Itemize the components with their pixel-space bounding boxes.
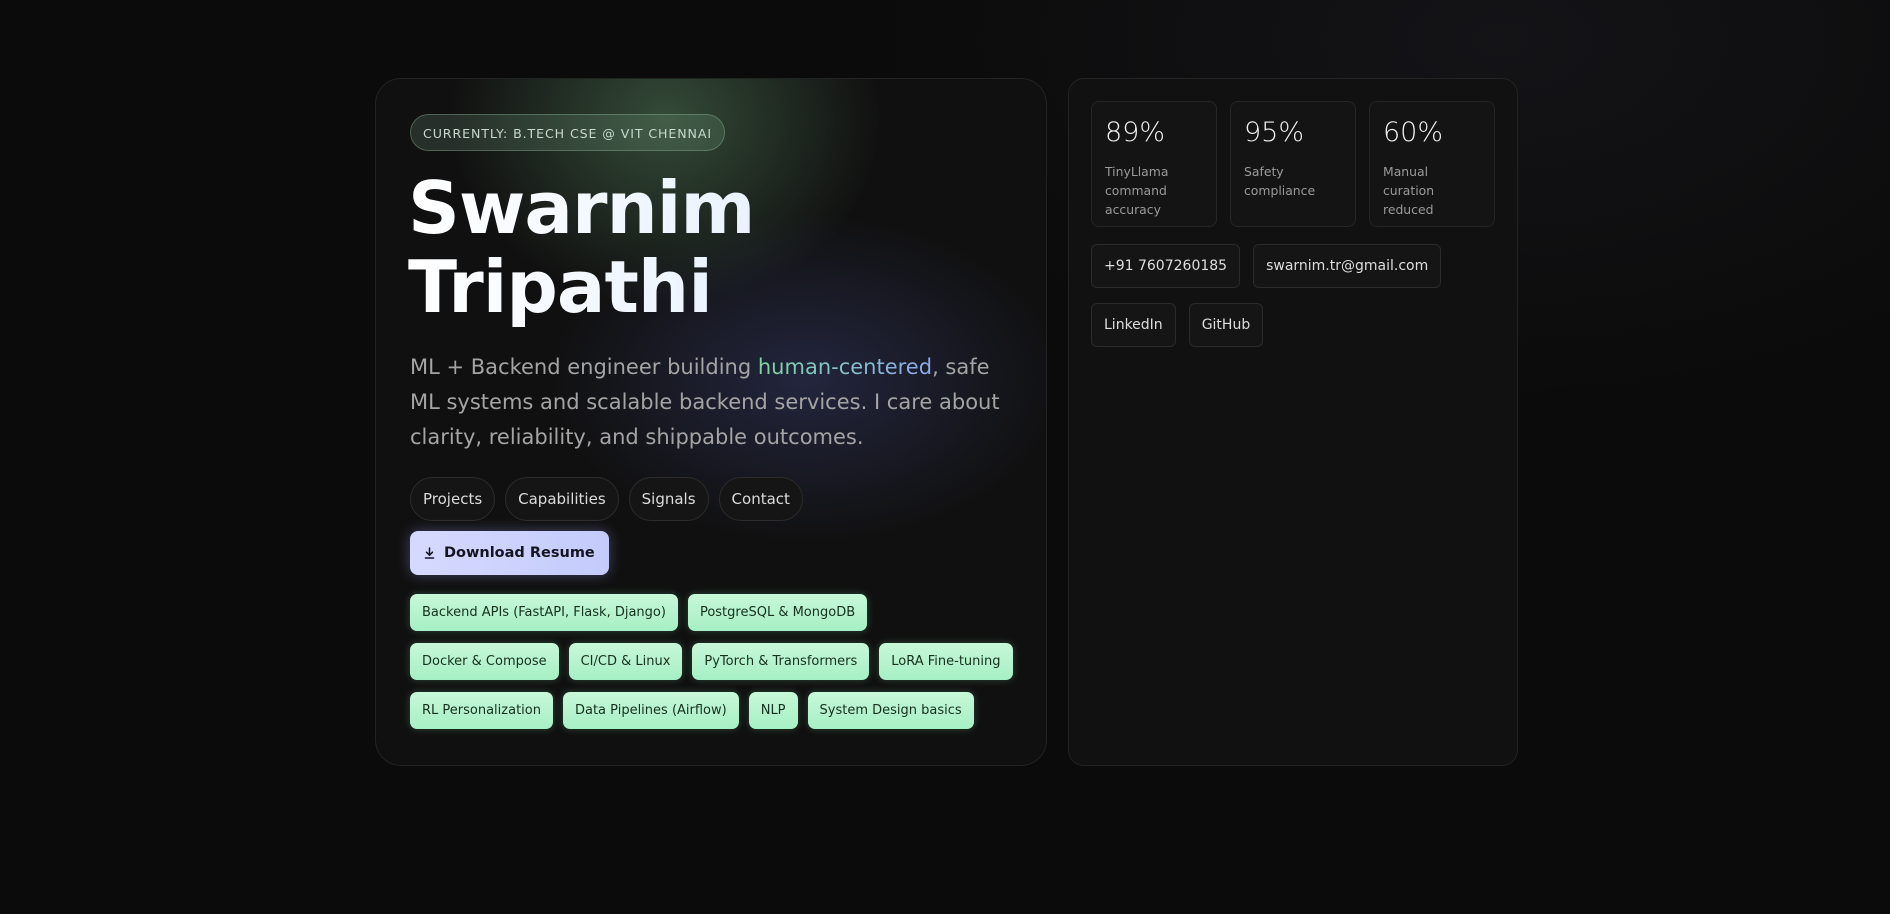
stat-card: 60% Manual curation reduced — [1369, 101, 1495, 227]
signals-card: 89% TinyLlama command accuracy 95% Safet… — [1068, 78, 1518, 766]
skill-chip: Docker & Compose — [410, 643, 559, 680]
download-resume-button[interactable]: Download Resume — [410, 531, 609, 575]
skill-chip: Backend APIs (FastAPI, Flask, Django) — [410, 594, 678, 631]
stat-value: 89% — [1105, 117, 1166, 148]
section-nav: Projects Capabilities Signals Contact — [410, 477, 1012, 521]
tagline-highlight: human-centered — [757, 355, 933, 379]
name-last: Tripathi — [408, 245, 712, 329]
nav-signals[interactable]: Signals — [628, 477, 709, 521]
skill-chip: PostgreSQL & MongoDB — [687, 594, 868, 631]
stat-label: Manual curation reduced — [1383, 164, 1435, 217]
stat-grid: 89% TinyLlama command accuracy 95% Safet… — [1091, 101, 1495, 227]
nav-contact[interactable]: Contact — [718, 477, 803, 521]
skill-list: Backend APIs (FastAPI, Flask, Django) Po… — [410, 594, 1020, 729]
skill-chip: Data Pipelines (Airflow) — [562, 692, 739, 729]
name-first: Swarnim — [408, 166, 755, 250]
status-badge: CURRENTLY: B.TECH CSE @ VIT CHENNAI — [410, 114, 726, 151]
page-title: Swarnim Tripathi — [408, 169, 1012, 327]
hero-card: CURRENTLY: B.TECH CSE @ VIT CHENNAI Swar… — [375, 78, 1047, 766]
phone-link[interactable]: +91 7607260185 — [1091, 244, 1241, 288]
stat-label: TinyLlama command accuracy — [1105, 164, 1169, 217]
skill-chip: CI/CD & Linux — [568, 643, 683, 680]
linkedin-link[interactable]: LinkedIn — [1091, 303, 1176, 347]
skill-chip: System Design basics — [807, 692, 974, 729]
github-link[interactable]: GitHub — [1188, 303, 1264, 347]
email-link[interactable]: swarnim.tr@gmail.com — [1253, 244, 1442, 288]
tagline: ML + Backend engineer building human-cen… — [410, 350, 1020, 455]
skill-chip: RL Personalization — [410, 692, 553, 729]
stat-value: 60% — [1383, 117, 1444, 148]
skill-chip: NLP — [748, 692, 798, 729]
tagline-start: ML + Backend engineer building — [410, 355, 758, 379]
stat-card: 89% TinyLlama command accuracy — [1091, 101, 1217, 227]
download-icon — [424, 547, 435, 559]
stat-value: 95% — [1244, 117, 1305, 148]
stat-label: Safety compliance — [1244, 164, 1316, 198]
hero-content: CURRENTLY: B.TECH CSE @ VIT CHENNAI Swar… — [408, 114, 1013, 729]
contact-links: +91 7607260185 swarnim.tr@gmail.com Link… — [1091, 244, 1491, 347]
skill-chip: PyTorch & Transformers — [692, 643, 870, 680]
nav-projects[interactable]: Projects — [410, 477, 496, 521]
stat-card: 95% Safety compliance — [1230, 101, 1356, 227]
skill-chip: LoRA Fine-tuning — [879, 643, 1013, 680]
download-resume-label: Download Resume — [444, 545, 595, 561]
nav-capabilities[interactable]: Capabilities — [505, 477, 619, 521]
